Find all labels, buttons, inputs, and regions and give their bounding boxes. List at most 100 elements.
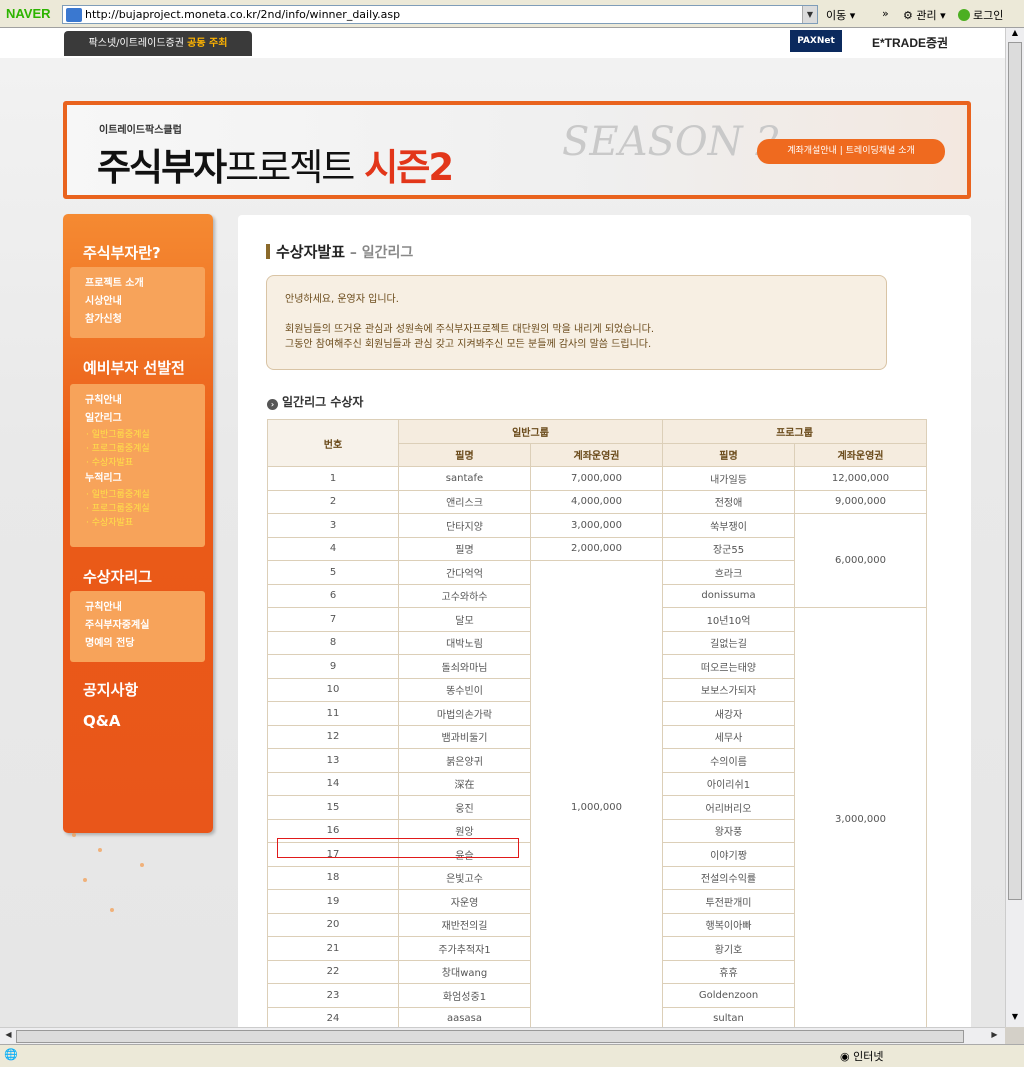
login-label: 로그인 [973, 9, 1004, 22]
scroll-left-icon[interactable]: ◀ [2, 1030, 15, 1043]
table-cell: 세무사 [662, 724, 795, 749]
address-bar[interactable]: http://bujaproject.moneta.co.kr/2nd/info… [62, 5, 818, 24]
vertical-scroll-thumb[interactable] [1008, 42, 1022, 900]
sidebar-title-qna[interactable]: Q&A [83, 712, 120, 730]
table-cell: 창대wang [398, 959, 531, 984]
table-cell: 12 [267, 724, 399, 749]
table-cell: 휴휴 [662, 959, 795, 984]
scroll-right-icon[interactable]: ▶ [988, 1030, 1001, 1043]
sidebar-title-notice[interactable]: 공지사항 [83, 679, 138, 700]
sidebar-sub-daily-general[interactable]: · 일반그룹중계실 [85, 428, 205, 442]
table-cell: 10년10억 [662, 607, 795, 632]
status-zone-label: ◉ 인터넷 [840, 1050, 884, 1063]
sidebar-sub-daily-winners[interactable]: · 수상자발표 [85, 456, 205, 470]
table-cell: 간다억억 [398, 560, 531, 585]
sidebar-item-awards[interactable]: 시상안내 [85, 293, 205, 311]
table-cell: 돌쇠와마님 [398, 654, 531, 679]
sidebar-item-project-intro[interactable]: 프로젝트 소개 [85, 275, 205, 293]
sponsor-highlight: 공동 주최 [187, 38, 228, 49]
horizontal-scrollbar[interactable]: ◀ ▶ [0, 1027, 1005, 1044]
table-cell: 마법의손가락 [398, 701, 531, 726]
row-highlight-box [277, 838, 519, 858]
table-cell: 화엄성중1 [398, 983, 531, 1008]
th-general-right: 계좌운영권 [530, 442, 663, 467]
sidebar-item-broadcast[interactable]: 주식부자중계실 [85, 617, 205, 635]
address-dropdown-icon[interactable]: ▼ [802, 6, 817, 23]
sparkle-deco [140, 863, 144, 867]
table-cell: 장군55 [662, 536, 795, 561]
login-button[interactable]: 로그인 [958, 7, 1003, 23]
table-cell: 18 [267, 865, 399, 890]
go-button[interactable]: 이동 ▾ [826, 7, 855, 23]
sidebar-item-rules[interactable]: 규칙안내 [85, 392, 205, 410]
sidebar-sub-cum-general[interactable]: · 일반그룹중계실 [85, 488, 205, 502]
th-pro-right: 계좌운영권 [794, 442, 927, 467]
table-cell: 15 [267, 795, 399, 820]
sidebar-item-daily-league[interactable]: 일간리그 [85, 410, 205, 428]
scroll-down-icon[interactable]: ▼ [1008, 1012, 1022, 1025]
table-cell: 붉은양귀 [398, 748, 531, 773]
banner-small-title: 이트레이드팍스클럽 [99, 125, 182, 136]
login-icon [958, 9, 970, 21]
table-cell: 수의이름 [662, 748, 795, 773]
sidebar-sub-cum-pro[interactable]: · 프로그룹중계실 [85, 502, 205, 516]
paxnet-logo[interactable]: PAXNet [790, 30, 842, 52]
table-cell: 1,000,000 [530, 560, 663, 1027]
table-cell: santafe [398, 466, 531, 491]
etrade-logo[interactable]: E*TRADE증권 [872, 34, 948, 51]
sidebar-title-prelim[interactable]: 예비부자 선발전 [83, 357, 185, 378]
table-cell: 전정애 [662, 489, 795, 514]
table-cell: 14 [267, 771, 399, 796]
table-cell: 투전판개미 [662, 889, 795, 914]
banner-title[interactable]: 주식부자프로젝트 시즌2 [97, 137, 454, 191]
table-cell: 5 [267, 560, 399, 585]
table-cell: 은빛고수 [398, 865, 531, 890]
th-group-pro: 프로그룹 [662, 419, 927, 444]
sidebar-sub-daily-pro[interactable]: · 프로그룹중계실 [85, 442, 205, 456]
table-cell: 3 [267, 513, 399, 538]
sidebar-box-prelim: 규칙안내 일간리그 · 일반그룹중계실 · 프로그룹중계실 · 수상자발표 누적… [70, 384, 205, 547]
page-viewport: 팍스넷/이트레이드증권 공동 주최 PAXNet E*TRADE증권 이트레이드… [0, 28, 1005, 1027]
address-url[interactable]: http://bujaproject.moneta.co.kr/2nd/info… [85, 8, 802, 21]
horizontal-scroll-thumb[interactable] [16, 1030, 964, 1043]
sidebar-item-apply[interactable]: 참가신청 [85, 311, 205, 329]
manage-button[interactable]: ⚙ 관리 ▾ [903, 7, 946, 23]
table-cell: 보보스가되자 [662, 677, 795, 702]
sidebar-title-winner-league[interactable]: 수상자리그 [83, 566, 152, 587]
bullet-arrow-icon: › [267, 399, 278, 410]
table-cell: 24 [267, 1006, 399, 1027]
more-button[interactable]: » [882, 7, 889, 20]
zone-text: 인터넷 [853, 1050, 884, 1063]
sidebar-title-about[interactable]: 주식부자란? [83, 242, 161, 263]
sidebar-item-cum-league[interactable]: 누적리그 [85, 470, 205, 488]
table-cell: 3,000,000 [794, 607, 927, 1027]
table-cell: 6,000,000 [794, 513, 927, 608]
naver-logo[interactable]: NAVER [6, 6, 62, 21]
sidebar-item-winner-rules[interactable]: 규칙안내 [85, 599, 205, 617]
sidebar: 주식부자란? 프로젝트 소개 시상안내 참가신청 예비부자 선발전 규칙안내 일… [63, 214, 213, 833]
table-cell: 내가일등 [662, 466, 795, 491]
sidebar-box-winner-league: 규칙안내 주식부자중계실 명예의 전당 [70, 591, 205, 662]
winners-table: 번호 일반그룹 프로그룹 필명 계좌운영권 필명 계좌운영권 1 santafe 7… [267, 419, 927, 1027]
table-cell: 흐라크 [662, 560, 795, 585]
sponsor-tab: 팍스넷/이트레이드증권 공동 주최 [64, 31, 252, 56]
sparkle-deco [72, 833, 76, 837]
table-cell: 19 [267, 889, 399, 914]
th-general-nick: 필명 [398, 442, 531, 467]
manage-label: 관리 [916, 9, 937, 22]
section-title: › 일간리그 수상자 [267, 393, 363, 410]
banner-links[interactable]: 계좌개설안내 | 트레이딩채널 소개 [757, 139, 945, 164]
notice-line: 회원님들의 뜨거운 관심과 성원속에 주식부자프로젝트 대단원의 막을 내리게 … [285, 324, 655, 335]
sidebar-sub-cum-winners[interactable]: · 수상자발표 [85, 516, 205, 530]
table-cell: sultan [662, 1006, 795, 1027]
table-cell: 9,000,000 [794, 489, 927, 514]
notice-line: 그동안 참여해주신 회원님들과 관심 갖고 지켜봐주신 모든 분들께 감사의 말… [285, 339, 652, 350]
banner-title-thin: 프로젝트 [225, 146, 355, 189]
sidebar-item-hall-of-fame[interactable]: 명예의 전당 [85, 635, 205, 653]
table-cell: 웅진 [398, 795, 531, 820]
go-label: 이동 [826, 9, 847, 22]
section-title-text: 일간리그 수상자 [282, 395, 364, 409]
vertical-scrollbar[interactable]: ▲ ▼ [1005, 28, 1024, 1027]
page-subtitle: – 일간리그 [345, 245, 414, 261]
scroll-up-icon[interactable]: ▲ [1008, 28, 1022, 41]
